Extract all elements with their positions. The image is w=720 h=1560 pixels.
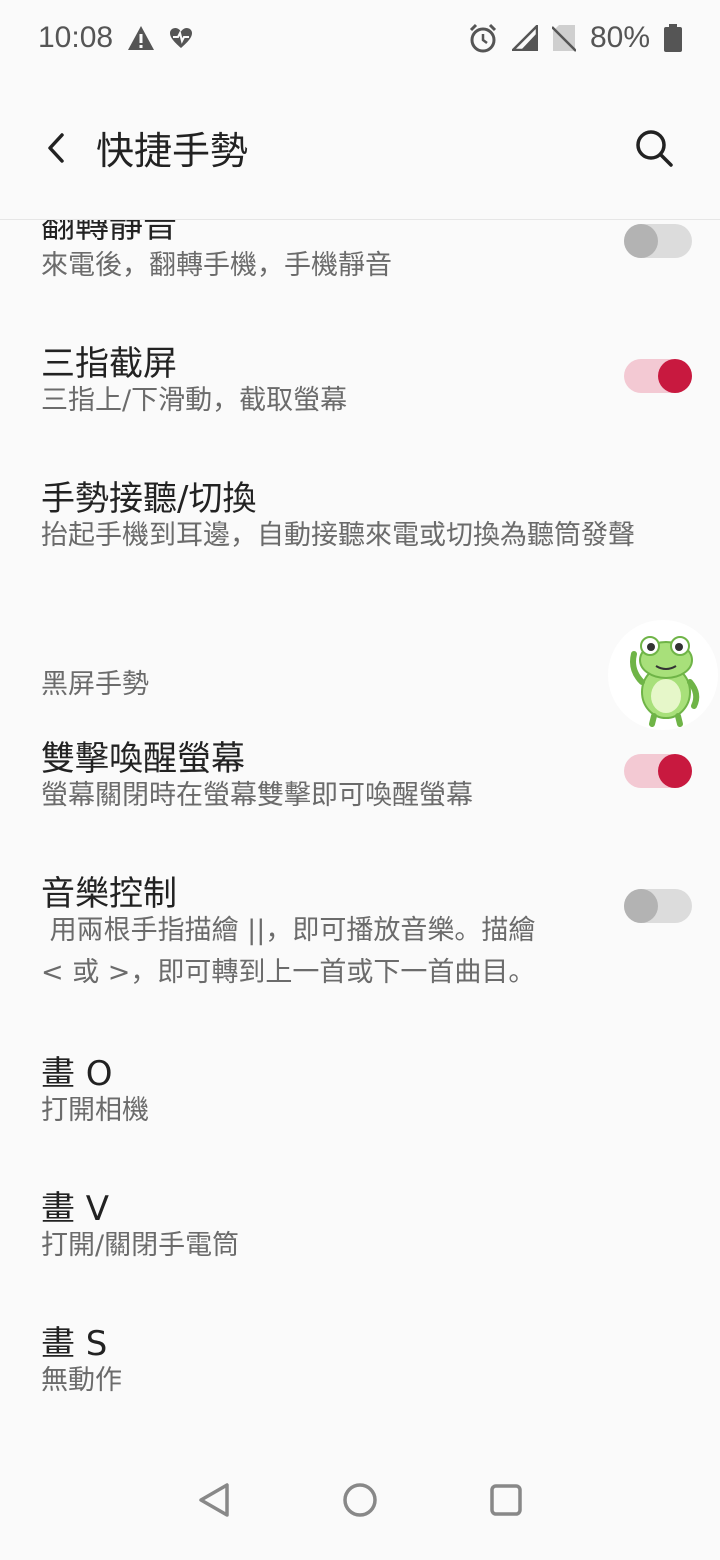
setting-title: 翻轉靜音 <box>41 220 177 246</box>
setting-flip-mute[interactable]: 翻轉靜音 來電後，翻轉手機，手機靜音 <box>0 220 720 310</box>
search-icon <box>634 128 674 168</box>
search-button[interactable] <box>624 118 684 178</box>
setting-title: 音樂控制 <box>41 874 177 914</box>
back-button[interactable] <box>26 118 86 178</box>
status-bar: 10:08 80% <box>0 0 720 76</box>
page-title: 快捷手勢 <box>96 129 249 173</box>
section-header-black-screen: 黑屏手勢 <box>41 669 149 700</box>
setting-title: 三指截屏 <box>41 344 177 384</box>
setting-draw-o[interactable]: 畫 O 打開相機 <box>0 1040 720 1150</box>
nav-home-button[interactable] <box>335 1475 385 1525</box>
frog-icon <box>630 636 700 727</box>
no-sim-icon <box>551 24 576 52</box>
setting-three-finger-screenshot[interactable]: 三指截屏 三指上/下滑動，截取螢幕 <box>0 330 720 440</box>
setting-title: 畫 V <box>41 1189 110 1229</box>
toggle-thumb <box>624 889 658 923</box>
floating-frog-sticker[interactable] <box>608 620 718 730</box>
setting-subtitle: 抬起手機到耳邊，自動接聽來電或切換為聽筒發聲 <box>41 520 635 551</box>
nav-recents-button[interactable] <box>481 1475 531 1525</box>
setting-subtitle: 三指上/下滑動，截取螢幕 <box>41 385 348 416</box>
nav-back-button[interactable] <box>189 1475 239 1525</box>
double-tap-toggle[interactable] <box>624 754 692 788</box>
setting-subtitle: 來電後，翻轉手機，手機靜音 <box>41 250 392 281</box>
alarm-icon <box>468 23 498 53</box>
setting-subtitle-line2: < 或 >，即可轉到上一首或下一首曲目。 <box>41 957 536 988</box>
toggle-thumb <box>658 754 692 788</box>
setting-music-control[interactable]: 音樂控制 用兩根手指描繪 ||，即可播放音樂。描繪 < 或 >，即可轉到上一首或… <box>0 860 720 1010</box>
setting-title: 雙擊喚醒螢幕 <box>41 739 245 779</box>
setting-draw-v[interactable]: 畫 V 打開/關閉手電筒 <box>0 1175 720 1285</box>
setting-subtitle: 打開相機 <box>41 1095 149 1126</box>
toggle-thumb <box>658 359 692 393</box>
recents-square-icon <box>489 1483 523 1517</box>
navigation-bar <box>0 1440 720 1560</box>
back-arrow-icon <box>45 132 67 164</box>
setting-gesture-answer[interactable]: 手勢接聽/切換 抬起手機到耳邊，自動接聽來電或切換為聽筒發聲 <box>0 465 720 575</box>
app-bar: 快捷手勢 <box>0 76 720 220</box>
setting-subtitle: 無動作 <box>41 1365 122 1396</box>
three-finger-toggle[interactable] <box>624 359 692 393</box>
setting-subtitle: 打開/關閉手電筒 <box>41 1230 240 1261</box>
music-control-toggle[interactable] <box>624 889 692 923</box>
setting-subtitle-line1: 用兩根手指描繪 ||，即可播放音樂。描繪 <box>41 915 536 946</box>
setting-draw-s[interactable]: 畫 S 無動作 <box>0 1310 720 1420</box>
settings-list[interactable]: 翻轉靜音 來電後，翻轉手機，手機靜音 三指截屏 三指上/下滑動，截取螢幕 手勢接… <box>0 220 720 1440</box>
warning-icon <box>127 25 155 51</box>
back-triangle-icon <box>197 1482 231 1518</box>
heart-monitor-icon <box>169 27 193 49</box>
home-circle-icon <box>342 1482 378 1518</box>
battery-icon <box>664 24 682 52</box>
setting-title: 畫 O <box>41 1054 113 1094</box>
setting-title: 畫 S <box>41 1324 108 1364</box>
status-time: 10:08 <box>38 21 114 54</box>
signal-icon <box>511 25 538 51</box>
flip-mute-toggle[interactable] <box>624 224 692 258</box>
battery-percent: 80% <box>589 21 650 54</box>
toggle-thumb <box>624 224 658 258</box>
setting-title: 手勢接聽/切換 <box>41 479 257 519</box>
setting-double-tap-wake[interactable]: 雙擊喚醒螢幕 螢幕關閉時在螢幕雙擊即可喚醒螢幕 <box>0 725 720 835</box>
setting-subtitle: 螢幕關閉時在螢幕雙擊即可喚醒螢幕 <box>41 780 473 811</box>
